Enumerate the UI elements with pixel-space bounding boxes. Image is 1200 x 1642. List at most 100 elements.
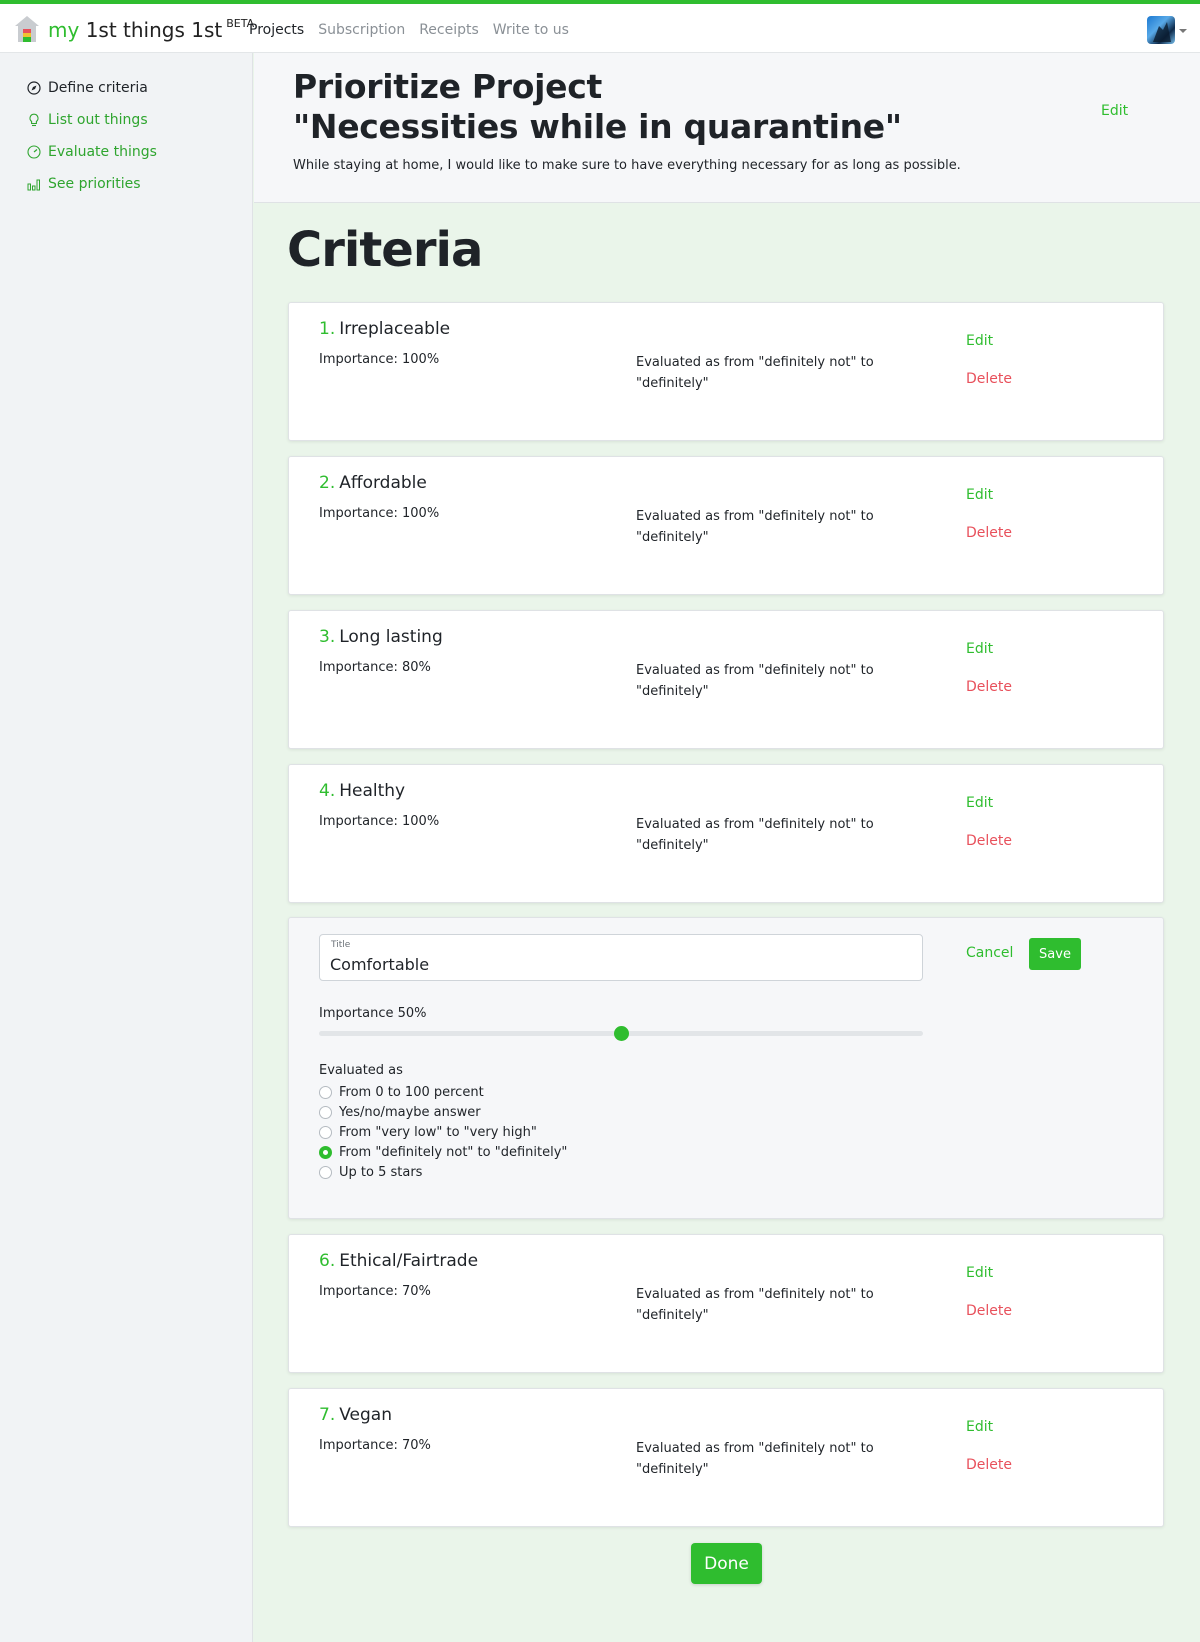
delete-criterion-button[interactable]: Delete xyxy=(966,525,1012,541)
title-field-label: Title xyxy=(331,940,351,950)
sidebar-item-label: List out things xyxy=(48,112,148,128)
radio-button[interactable] xyxy=(319,1126,332,1139)
main-nav: Projects Subscription Receipts Write to … xyxy=(249,22,569,38)
edit-criterion-button[interactable]: Edit xyxy=(966,1419,993,1435)
section-title: Criteria xyxy=(287,222,483,278)
sidebar: Define criteria List out things Evaluate… xyxy=(0,53,253,1642)
project-title-line2: "Necessities while in quarantine" xyxy=(293,107,902,146)
radio-button[interactable] xyxy=(319,1166,332,1179)
evaluation-option[interactable]: From 0 to 100 percent xyxy=(319,1085,484,1100)
evaluation-option[interactable]: Yes/no/maybe answer xyxy=(319,1105,481,1120)
criterion-name: Long lasting xyxy=(339,627,443,647)
edit-project-link[interactable]: Edit xyxy=(1101,103,1128,119)
criterion-importance: Importance: 100% xyxy=(319,814,440,829)
criterion-name: Healthy xyxy=(339,781,406,801)
criterion-evaluation: Evaluated as from "definitely not" to "d… xyxy=(636,355,874,391)
criterion-number: 7. xyxy=(319,1405,336,1425)
criterion-importance: Importance: 100% xyxy=(319,352,440,367)
chevron-down-icon[interactable] xyxy=(1179,29,1187,33)
cancel-button[interactable]: Cancel xyxy=(966,945,1013,961)
top-navbar: my 1st things 1st BETA Projects Subscript… xyxy=(0,0,1200,53)
option-label: Yes/no/maybe answer xyxy=(339,1105,481,1120)
edit-criterion-button[interactable]: Edit xyxy=(966,1265,993,1281)
delete-criterion-button[interactable]: Delete xyxy=(966,1303,1012,1319)
option-label: From 0 to 100 percent xyxy=(339,1085,484,1100)
criterion-name: Affordable xyxy=(339,473,427,493)
criterion-title: 4. Healthy xyxy=(319,781,405,801)
criterion-importance: Importance: 70% xyxy=(319,1284,431,1299)
sidebar-item-label: Evaluate things xyxy=(48,144,157,160)
option-label: From "very low" to "very high" xyxy=(339,1125,537,1140)
edit-criterion-button[interactable]: Edit xyxy=(966,487,993,503)
criterion-number: 4. xyxy=(319,781,336,801)
criterion-card: 2. Affordable Importance: 100% Evaluated … xyxy=(288,456,1164,595)
evaluation-option[interactable]: Up to 5 stars xyxy=(319,1165,422,1180)
criterion-card: 7. Vegan Importance: 70% Evaluated as fro… xyxy=(288,1388,1164,1527)
criterion-card: 4. Healthy Importance: 100% Evaluated as … xyxy=(288,764,1164,903)
criterion-edit-form: Title Importance 50% Evaluated as From 0… xyxy=(288,917,1164,1219)
criterion-number: 1. xyxy=(319,319,336,339)
nav-write-to-us[interactable]: Write to us xyxy=(493,22,569,38)
nav-receipts[interactable]: Receipts xyxy=(419,22,479,38)
sidebar-item-define-criteria[interactable]: Define criteria xyxy=(27,80,148,96)
title-input[interactable] xyxy=(330,955,910,974)
project-title-line1: Prioritize Project xyxy=(293,67,602,106)
criterion-evaluation: Evaluated as from "definitely not" to "d… xyxy=(636,663,874,699)
delete-criterion-button[interactable]: Delete xyxy=(966,679,1012,695)
criterion-evaluation: Evaluated as from "definitely not" to "d… xyxy=(636,1287,874,1323)
brand-name[interactable]: my 1st things 1st BETA xyxy=(48,17,254,42)
criterion-card: 6. Ethical/Fairtrade Importance: 70% Eval… xyxy=(288,1234,1164,1373)
brand-prefix: my xyxy=(48,18,80,42)
nav-subscription[interactable]: Subscription xyxy=(318,22,405,38)
criterion-title: 1. Irreplaceable xyxy=(319,319,450,339)
done-button[interactable]: Done xyxy=(691,1543,762,1584)
project-title: Prioritize Project "Necessities while in… xyxy=(293,67,902,147)
sidebar-item-label: Define criteria xyxy=(48,80,148,96)
lightbulb-icon xyxy=(29,113,39,127)
criterion-importance: Importance: 80% xyxy=(319,660,431,675)
criterion-name: Vegan xyxy=(339,1405,392,1425)
criterion-card: 3. Long lasting Importance: 80% Evaluated… xyxy=(288,610,1164,749)
importance-slider-thumb[interactable] xyxy=(614,1026,629,1041)
criterion-title: 3. Long lasting xyxy=(319,627,443,647)
project-description: While staying at home, I would like to m… xyxy=(293,158,961,173)
criterion-number: 6. xyxy=(319,1251,336,1271)
evaluated-as-label: Evaluated as xyxy=(319,1063,403,1078)
brand-main: 1st things 1st xyxy=(85,18,223,42)
edit-criterion-button[interactable]: Edit xyxy=(966,641,993,657)
importance-slider[interactable] xyxy=(319,1026,923,1041)
evaluation-option[interactable]: From "very low" to "very high" xyxy=(319,1125,537,1140)
radio-button[interactable] xyxy=(319,1106,332,1119)
criterion-name: Irreplaceable xyxy=(339,319,451,339)
edit-criterion-button[interactable]: Edit xyxy=(966,795,993,811)
bar-chart-icon xyxy=(27,179,40,191)
importance-label: Importance 50% xyxy=(319,1006,427,1021)
criterion-evaluation: Evaluated as from "definitely not" to "d… xyxy=(636,817,874,853)
sidebar-item-label: See priorities xyxy=(48,176,141,192)
criterion-importance: Importance: 70% xyxy=(319,1438,431,1453)
criterion-title: 7. Vegan xyxy=(319,1405,392,1425)
criterion-evaluation: Evaluated as from "definitely not" to "d… xyxy=(636,509,874,545)
radio-button[interactable] xyxy=(319,1146,332,1159)
edit-criterion-button[interactable]: Edit xyxy=(966,333,993,349)
delete-criterion-button[interactable]: Delete xyxy=(966,371,1012,387)
evaluation-option[interactable]: From "definitely not" to "definitely" xyxy=(319,1145,567,1160)
sidebar-item-see-priorities[interactable]: See priorities xyxy=(27,176,141,192)
user-avatar[interactable] xyxy=(1147,16,1175,44)
delete-criterion-button[interactable]: Delete xyxy=(966,833,1012,849)
criterion-name: Ethical/Fairtrade xyxy=(339,1251,479,1271)
radio-button[interactable] xyxy=(319,1086,332,1099)
criterion-evaluation: Evaluated as from "definitely not" to "d… xyxy=(636,1441,874,1477)
nav-projects[interactable]: Projects xyxy=(249,22,304,38)
criterion-title: 6. Ethical/Fairtrade xyxy=(319,1251,478,1271)
save-button[interactable]: Save xyxy=(1029,938,1081,970)
delete-criterion-button[interactable]: Delete xyxy=(966,1457,1012,1473)
title-field[interactable]: Title xyxy=(319,934,923,981)
gauge-icon xyxy=(27,145,41,159)
sidebar-item-list-out-things[interactable]: List out things xyxy=(27,112,148,128)
house-icon[interactable] xyxy=(14,15,40,43)
sidebar-item-evaluate-things[interactable]: Evaluate things xyxy=(27,144,157,160)
avatar-image xyxy=(1153,22,1171,42)
criterion-number: 3. xyxy=(319,627,336,647)
criterion-importance: Importance: 100% xyxy=(319,506,440,521)
